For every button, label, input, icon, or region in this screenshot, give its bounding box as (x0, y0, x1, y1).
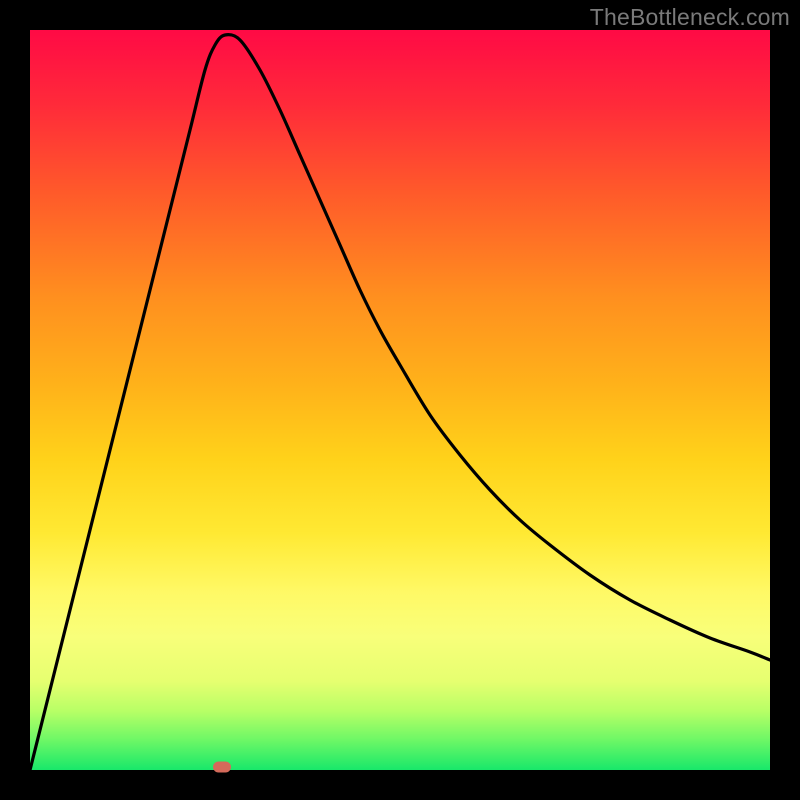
watermark-text: TheBottleneck.com (590, 4, 790, 31)
curve-path (30, 35, 770, 770)
optimum-marker (213, 762, 231, 773)
chart-plot-area (30, 30, 770, 770)
bottleneck-curve (30, 30, 770, 770)
chart-frame: TheBottleneck.com (0, 0, 800, 800)
